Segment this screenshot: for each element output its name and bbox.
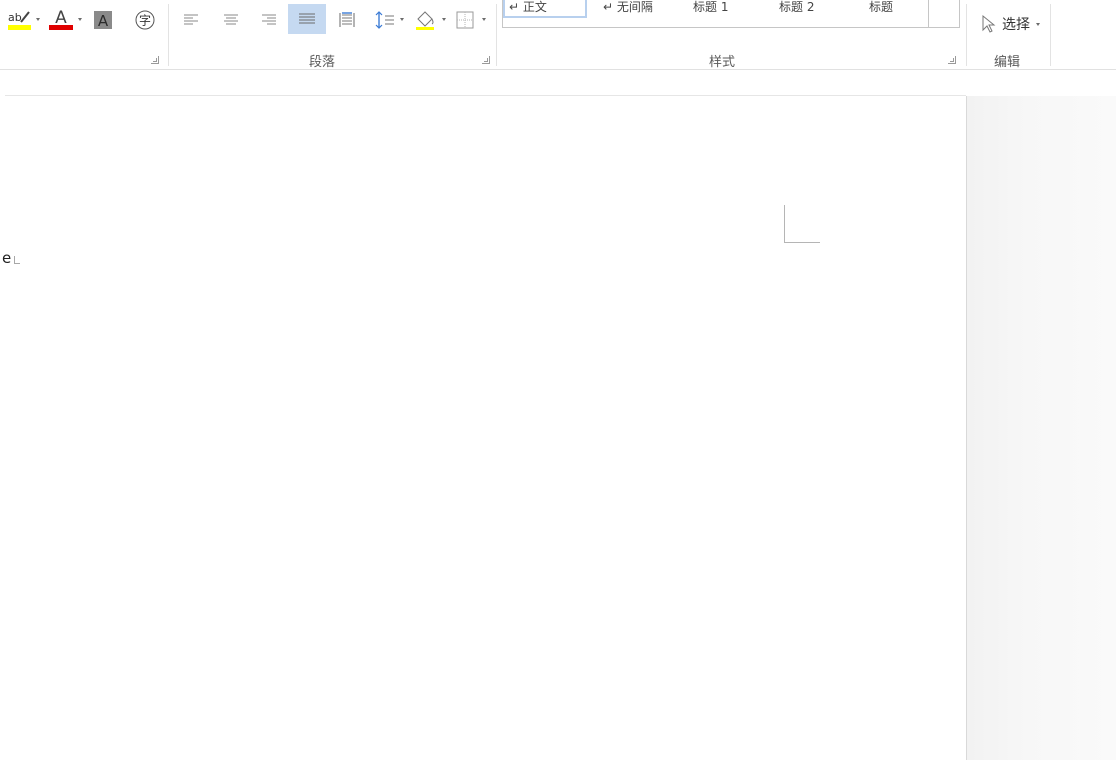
shading-button[interactable] — [410, 6, 440, 34]
align-left-icon — [184, 14, 198, 25]
align-left-button[interactable] — [178, 6, 204, 34]
group-separator — [496, 4, 497, 66]
style-normal[interactable]: ↵ 正文 — [503, 0, 587, 18]
highlight-glyph: ab — [8, 11, 22, 24]
distributed-button[interactable] — [334, 6, 360, 34]
borders-icon — [456, 11, 474, 29]
paragraph-mark-icon — [14, 256, 20, 264]
justify-button[interactable] — [288, 4, 326, 34]
style-heading-1[interactable]: 标题 1 — [693, 0, 753, 20]
select-button-label: 选择 — [1002, 17, 1030, 33]
borders-dropdown-caret[interactable] — [482, 18, 486, 21]
style-no-spacing[interactable]: ↵ 无间隔 — [603, 0, 683, 20]
enclose-characters-icon: 字 — [135, 10, 155, 30]
page-margin-corner-mark — [784, 205, 820, 243]
justify-icon — [299, 13, 315, 24]
paragraph-group-label: 段落 — [308, 55, 336, 70]
cursor-arrow-icon — [982, 14, 996, 33]
align-center-icon — [224, 14, 238, 25]
distributed-icon — [339, 12, 355, 27]
gallery-scroll-area[interactable] — [928, 0, 959, 27]
paragraph-dialog-launcher-icon[interactable] — [482, 56, 490, 64]
group-separator — [1050, 4, 1051, 66]
align-center-button[interactable] — [218, 6, 244, 34]
group-separator — [168, 4, 169, 66]
styles-group-label: 样式 — [708, 55, 736, 70]
styles-gallery[interactable]: ↵ 正文 ↵ 无间隔 标题 1 标题 2 标题 — [502, 0, 960, 28]
enclose-characters-glyph: 字 — [139, 13, 151, 28]
paint-bucket-icon — [416, 11, 434, 30]
style-title[interactable]: 标题 — [869, 0, 919, 20]
select-dropdown-caret — [1036, 22, 1040, 26]
character-shading-icon: A — [94, 11, 112, 30]
document-text[interactable]: e — [2, 249, 11, 267]
style-heading-2[interactable]: 标题 2 — [779, 0, 839, 20]
text-highlight-button[interactable]: ab — [7, 6, 33, 34]
line-spacing-dropdown-caret[interactable] — [400, 18, 404, 21]
styles-dialog-launcher-icon[interactable] — [948, 56, 956, 64]
align-right-icon — [262, 14, 276, 25]
select-button[interactable]: 选择 — [980, 12, 1040, 36]
enclose-characters-button[interactable]: 字 — [132, 6, 158, 34]
document-background-pane — [966, 96, 1116, 760]
font-color-icon: A — [49, 8, 73, 30]
line-spacing-icon — [375, 11, 394, 29]
align-right-button[interactable] — [256, 6, 282, 34]
line-spacing-button[interactable] — [370, 6, 400, 34]
character-shading-button[interactable]: A — [90, 6, 116, 34]
shading-dropdown-caret[interactable] — [442, 18, 446, 21]
highlight-dropdown-caret[interactable] — [36, 18, 40, 21]
group-separator — [966, 4, 967, 66]
font-color-button[interactable]: A — [48, 6, 74, 34]
ribbon: ab A A 字 段落 ↵ 正文 ↵ 无间隔 标题 1 标题 2 标题 样式 选… — [0, 0, 1116, 70]
word-window: ab A A 字 段落 ↵ 正文 ↵ 无间隔 标题 1 标题 2 标题 样式 选… — [0, 0, 1116, 760]
page-top-edge — [5, 95, 966, 96]
editing-group-label: 编辑 — [993, 55, 1021, 70]
highlighter-icon: ab — [8, 11, 31, 30]
character-shading-glyph: A — [98, 12, 109, 30]
borders-button[interactable] — [452, 6, 478, 34]
font-color-dropdown-caret[interactable] — [78, 18, 82, 21]
document-area[interactable] — [0, 70, 1116, 760]
font-dialog-launcher-icon[interactable] — [151, 56, 159, 64]
